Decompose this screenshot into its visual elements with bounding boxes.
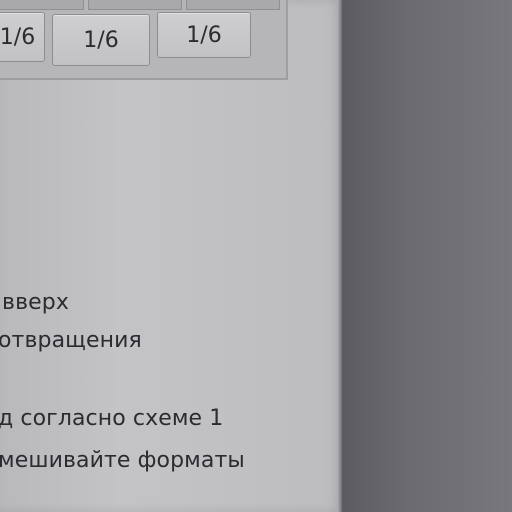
monitor-bezel [342,0,512,512]
text-line-4: мешивайте форматы [0,448,245,473]
ratio-cells: 1/6 1/6 1/6 [0,12,258,66]
table-top-cell [0,0,84,10]
ratio-table: 1/6 1/6 1/6 [0,0,288,80]
ratio-cell-2[interactable]: 1/6 [52,14,150,66]
text-line-2: отвращения [0,328,142,353]
table-top-cell [186,0,280,10]
text-line-1: вверх [2,290,69,315]
ratio-cell-3[interactable]: 1/6 [157,12,251,58]
ratio-cell-1[interactable]: 1/6 [0,12,45,62]
table-top-row [0,0,280,10]
table-top-cell [88,0,182,10]
screen: 1/6 1/6 1/6 вверх отвращения д согласно … [0,0,342,512]
text-line-3: д согласно схеме 1 [0,406,224,431]
